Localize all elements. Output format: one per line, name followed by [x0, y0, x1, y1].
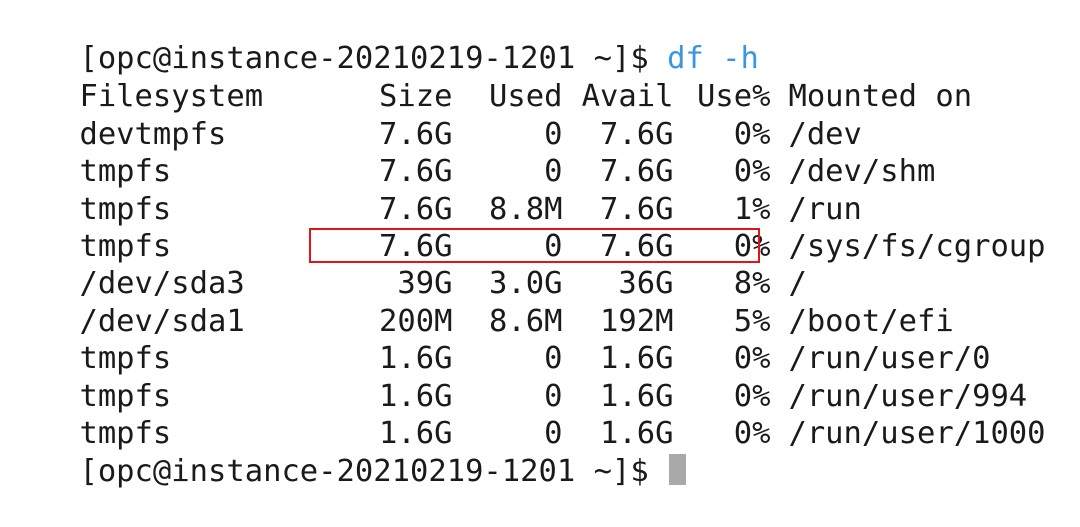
command-line: [opc@instance-20210219-1201 ~]$ df -h: [6, 3, 758, 76]
cell-use-percent: 0%: [733, 416, 771, 451]
table-header-row: Filesystem Size Used Avail Use% Mounted on: [6, 41, 972, 114]
table-row: tmpfs 7.6G 8.8M 7.6G 1%/run: [6, 154, 861, 227]
input-line[interactable]: [opc@instance-20210219-1201 ~]$: [6, 416, 687, 489]
table-row: tmpfs 7.6G 0 7.6G 0%/dev/shm: [6, 116, 935, 189]
cell-mounted-on: /sys/fs/cgroup: [788, 229, 1046, 264]
table-row: tmpfs 1.6G 0 1.6G 0%/run/user/994: [6, 341, 1027, 414]
table-row: devtmpfs 7.6G 0 7.6G 0%/dev: [6, 79, 861, 152]
shell-prompt: [opc@instance-20210219-1201 ~]$: [79, 454, 668, 489]
table-row: tmpfs 1.6G 0 1.6G 0%/run/user/0: [6, 303, 990, 376]
cell-mounted-on: /run/user/1000: [788, 416, 1046, 451]
table-row: tmpfs 7.6G 0 7.6G 0%/sys/fs/cgroup: [6, 191, 1045, 264]
table-row: tmpfs 1.6G 0 1.6G 0%/run/user/1000: [6, 378, 1045, 451]
highlight-box: [309, 228, 760, 263]
table-row: /dev/sda1 200M 8.6M 192M 5%/boot/efi: [6, 266, 953, 339]
text-cursor: [669, 454, 687, 485]
